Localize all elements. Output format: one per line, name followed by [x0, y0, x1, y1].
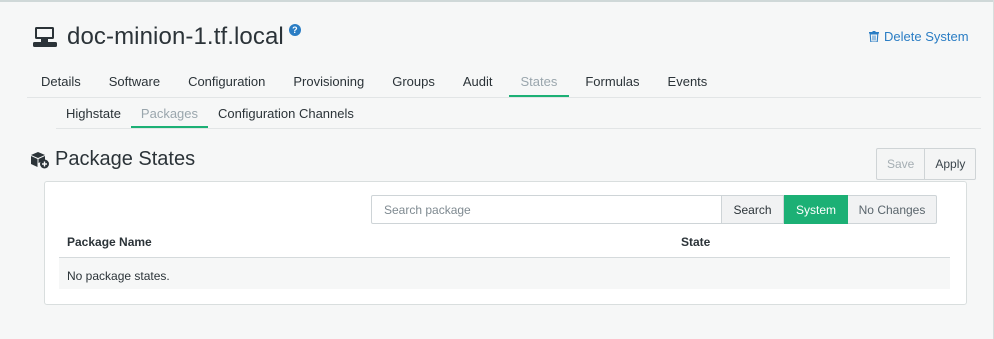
delete-system-link[interactable]: Delete System: [869, 29, 969, 44]
delete-system-label: Delete System: [884, 29, 969, 44]
table-row: No package states.: [59, 258, 950, 289]
tab-provisioning[interactable]: Provisioning: [279, 68, 378, 98]
subtab-packages[interactable]: Packages: [130, 100, 209, 129]
system-tabs: Details Software Configuration Provision…: [27, 68, 721, 98]
subtab-highstate[interactable]: Highstate: [56, 100, 131, 128]
tab-formulas[interactable]: Formulas: [571, 68, 653, 98]
tabs-divider: [27, 97, 981, 98]
package-plus-icon: [31, 151, 49, 168]
system-header: doc-minion-1.tf.local ?: [32, 22, 301, 52]
tab-configuration[interactable]: Configuration: [174, 68, 279, 98]
system-filter-button[interactable]: System: [784, 195, 848, 224]
empty-message: No package states.: [67, 269, 170, 283]
state-actions: Save Apply: [876, 148, 977, 180]
apply-button[interactable]: Apply: [925, 148, 977, 180]
desktop-icon: [33, 27, 57, 47]
column-header-package-name: Package Name: [67, 235, 152, 249]
tab-states[interactable]: States: [507, 68, 572, 98]
subtabs-divider: [56, 128, 981, 129]
section-title: Package States: [55, 148, 196, 170]
system-title: doc-minion-1.tf.local: [67, 23, 284, 50]
no-changes-filter-button[interactable]: No Changes: [848, 195, 937, 224]
tab-audit[interactable]: Audit: [449, 68, 507, 98]
search-button[interactable]: Search: [722, 195, 784, 224]
question-circle-icon[interactable]: ?: [288, 24, 301, 36]
subtab-configuration-channels[interactable]: Configuration Channels: [208, 100, 364, 128]
section-header: Package States: [30, 148, 195, 171]
top-border: [0, 0, 994, 2]
tab-groups[interactable]: Groups: [378, 68, 449, 98]
search-package-input[interactable]: [371, 195, 722, 224]
trash-icon: [869, 31, 879, 42]
state-subtabs: Highstate Packages Configuration Channel…: [56, 100, 364, 129]
column-header-state: State: [681, 235, 711, 249]
tab-events[interactable]: Events: [654, 68, 722, 98]
tab-software[interactable]: Software: [95, 68, 174, 98]
save-button[interactable]: Save: [876, 148, 926, 180]
tab-details[interactable]: Details: [27, 68, 95, 98]
